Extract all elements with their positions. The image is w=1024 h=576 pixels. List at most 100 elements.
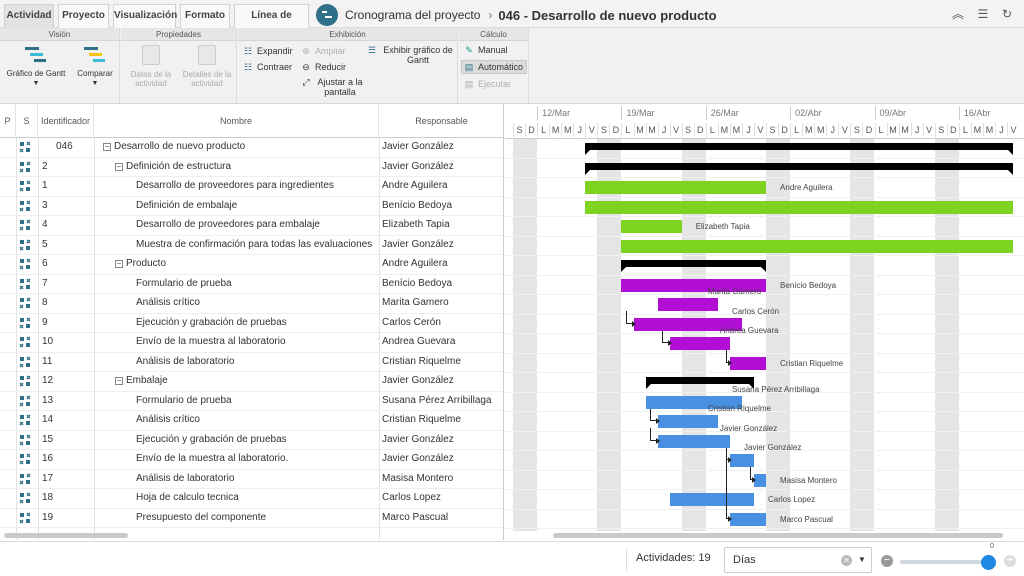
task-bar[interactable]	[621, 239, 1013, 253]
activity-responsible: Carlos Lopez	[382, 492, 441, 503]
zoom-plus-button[interactable]: +	[1004, 555, 1016, 567]
activity-id: 12	[42, 375, 54, 386]
table-row[interactable]: 12− Embalaje Javier González	[0, 372, 503, 392]
zoom-out-button[interactable]: ⊖ Reducir	[300, 61, 346, 73]
activity-grid: P S Identificador Nombre Responsable 046…	[0, 104, 504, 540]
day-label: L	[874, 123, 887, 137]
day-label: D	[778, 123, 790, 137]
day-label: V	[585, 123, 597, 137]
expand-button[interactable]: ☷ Expandir	[242, 45, 293, 57]
table-row[interactable]: 1 Desarrollo de proveedores para ingredie…	[0, 177, 503, 197]
tab-proyecto[interactable]: Proyecto	[58, 4, 109, 28]
activity-name: Muestra de confirmación para todas las e…	[136, 238, 373, 250]
activity-name: Desarrollo de nuevo producto	[114, 141, 246, 152]
table-row[interactable]: 13 Formulario de prueba Susana Pérez Arrib…	[0, 392, 503, 411]
activity-name-cell: − Producto	[115, 255, 397, 274]
table-row[interactable]: 4 Desarrollo de proveedores para embalaje…	[0, 216, 503, 236]
tab-actividad[interactable]: Actividad	[4, 4, 54, 28]
task-bar[interactable]	[585, 200, 1013, 214]
activity-data-label: Datos de la actividad	[130, 70, 172, 88]
summary-bar[interactable]	[585, 143, 1013, 155]
table-row[interactable]: 6− Producto Andre Aguilera	[0, 255, 503, 275]
table-row[interactable]: 9 Ejecución y grabación de pruebas Carlos …	[0, 314, 503, 333]
table-row[interactable]: 3 Definición de embalaje Benício Bedoya	[0, 197, 503, 216]
grid-horizontal-scrollbar[interactable]	[4, 533, 128, 538]
task-bar-label: Andrea Guevara	[719, 326, 779, 335]
table-row[interactable]: 18 Hoja de calculo tecnica Carlos Lopez	[0, 489, 503, 509]
list-icon[interactable]: ☰	[975, 6, 991, 22]
zoom-slider-handle[interactable]	[981, 555, 996, 570]
automatic-button[interactable]: ▤ Automático	[461, 60, 527, 74]
table-row[interactable]: 2− Definición de estructura Javier Gonzále…	[0, 158, 503, 177]
task-bar[interactable]	[669, 337, 730, 350]
chevron-down-icon[interactable]: ▼	[858, 548, 866, 572]
task-bar[interactable]	[657, 298, 718, 311]
summary-bar[interactable]	[585, 162, 1013, 175]
run-button[interactable]: ▤ Ejecutar	[462, 78, 526, 90]
manual-button[interactable]: ✎ Manual	[462, 44, 526, 56]
day-label: M	[729, 123, 742, 137]
collapse-toggle-icon[interactable]: −	[103, 143, 111, 151]
table-row[interactable]: 15 Ejecución y grabación de pruebas Javier…	[0, 431, 503, 450]
table-row[interactable]: 7 Formulario de prueba Benício Bedoya	[0, 275, 503, 294]
zoom-minus-button[interactable]: −	[881, 555, 893, 567]
table-row[interactable]: 14 Análisis crítico Cristian Riquelme	[0, 411, 503, 431]
collapse-toggle-icon[interactable]: −	[115, 162, 123, 171]
table-row[interactable]: 8 Análisis crítico Marita Gamero	[0, 294, 503, 314]
activity-responsible: Andrea Guevara	[382, 336, 456, 347]
task-bar[interactable]	[585, 181, 767, 194]
collapse-up-icon[interactable]: ︽	[950, 6, 966, 22]
table-row[interactable]: 19 Presupuesto del componente Marco Pascua…	[0, 509, 503, 528]
collapse-toggle-icon[interactable]: −	[115, 260, 123, 268]
show-gantt-button[interactable]: ☰ Exhibir gráfico de Gantt	[366, 45, 456, 65]
task-bar[interactable]	[729, 356, 767, 370]
task-bar[interactable]	[621, 220, 682, 233]
breadcrumb-parent[interactable]: Cronograma del proyecto	[345, 8, 480, 22]
fit-screen-icon: ⤢	[302, 77, 310, 87]
column-header-p[interactable]: P	[0, 104, 16, 138]
column-header-name[interactable]: Nombre	[94, 104, 379, 138]
task-bar[interactable]	[729, 454, 754, 467]
activity-responsible: Javier González	[382, 141, 454, 152]
tab-formato[interactable]: Formato	[180, 4, 230, 28]
activity-data-button[interactable]: Datos de la actividad	[125, 45, 177, 88]
fit-screen-button[interactable]: ⤢ Ajustar a la pantalla	[300, 77, 366, 97]
task-bar[interactable]	[669, 493, 754, 506]
zoom-in-button[interactable]: ⊕ Ampliar	[300, 45, 345, 57]
summary-bar[interactable]	[645, 377, 755, 389]
table-row[interactable]: 17 Análisis de laboratorio Masisa Montero	[0, 470, 503, 489]
gantt-horizontal-scrollbar[interactable]	[553, 533, 1003, 538]
column-header-id[interactable]: Identificador	[38, 104, 94, 138]
column-header-s[interactable]: S	[16, 104, 38, 138]
dependency-arrow	[750, 467, 756, 482]
collapse-toggle-icon[interactable]: −	[115, 377, 123, 385]
tab-visualizacion[interactable]: Visualización	[113, 4, 177, 28]
collapse-button[interactable]: ☷ Contraer	[242, 61, 292, 73]
refresh-icon[interactable]: ↻	[999, 6, 1015, 22]
table-row[interactable]: 5 Muestra de confirmación para todas las …	[0, 236, 503, 255]
day-label: S	[597, 123, 609, 137]
task-bar[interactable]	[657, 415, 718, 428]
compare-button[interactable]: Comparar ▼	[72, 45, 118, 88]
week-label: 16/Abr	[958, 106, 1024, 120]
table-row[interactable]: 16 Envío de la muestra al laboratorio. Jav…	[0, 450, 503, 470]
activity-status-icon	[16, 314, 38, 332]
zoom-value: 0	[990, 543, 994, 550]
table-row[interactable]: 046− Desarrollo de nuevo producto Javier G…	[0, 138, 503, 158]
tab-linea-de-tiempo[interactable]: Línea de tiempo	[234, 4, 309, 43]
task-bar-label: Benício Bedoya	[780, 280, 837, 290]
table-row[interactable]: 10 Envío de la muestra al laboratorio Andr…	[0, 333, 503, 353]
gantt-chart-button[interactable]: Gráfico de Gantt ▼	[4, 45, 68, 88]
column-header-responsible[interactable]: Responsable	[379, 104, 503, 138]
period-select[interactable]: Días ✕ ▼	[724, 547, 872, 573]
task-bar[interactable]	[729, 512, 767, 526]
table-row[interactable]: 11 Análisis de laboratorio Cristian Riquel…	[0, 353, 503, 372]
summary-bar[interactable]	[621, 260, 767, 272]
gantt-row-line	[505, 469, 1024, 471]
task-bar[interactable]	[657, 434, 730, 448]
activity-responsible: Javier González	[382, 238, 454, 250]
day-label: V	[669, 123, 682, 137]
activity-details-button[interactable]: Detalles de la actividad	[179, 45, 235, 88]
clear-icon[interactable]: ✕	[841, 555, 852, 566]
dependency-arrow	[649, 408, 660, 424]
